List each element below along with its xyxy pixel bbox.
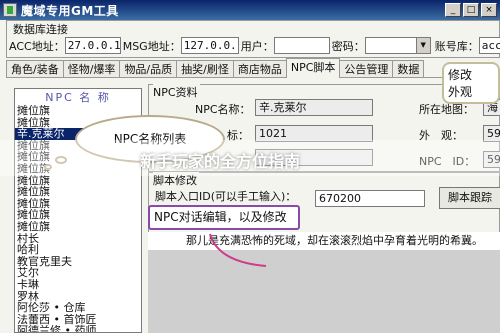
minimize-icon[interactable]: _ <box>445 3 461 17</box>
look-label: 外 观： <box>419 129 463 142</box>
list-item[interactable]: 法蕾西 • 首饰匠 <box>15 314 141 326</box>
password-input[interactable] <box>364 37 417 54</box>
watermark-text: 新手玩家的全方位指南 <box>140 152 301 171</box>
maximize-icon[interactable]: □ <box>463 3 479 17</box>
list-item[interactable]: 村长 <box>15 233 141 245</box>
window-title: 魔域专用GM工具 <box>21 3 119 18</box>
script-text-editor[interactable]: 那儿是充满恐怖的死域，却在滚滚烈焰中孕育着光明的希冀。 <box>148 232 500 250</box>
acc-label: ACC地址： <box>9 39 65 53</box>
npc-data-legend: NPC资料 <box>153 84 200 100</box>
list-item[interactable]: 摊位旗 <box>15 209 141 221</box>
tab-shop-items[interactable]: 商店物品 <box>232 60 287 78</box>
callout-line-2: 外观 <box>448 85 473 99</box>
list-item[interactable]: 阿德兰修 • 药师 <box>15 325 141 332</box>
look-input[interactable]: 59 <box>483 125 500 142</box>
list-item[interactable]: 阿伦莎 • 仓库 <box>15 302 141 314</box>
script-editor-area[interactable] <box>148 250 500 333</box>
window-controls: _ □ × <box>445 3 497 17</box>
list-item[interactable]: 摊位旗 <box>15 175 141 187</box>
password-label: 密码： <box>331 39 365 53</box>
list-item[interactable]: 教官克里夫 <box>15 256 141 268</box>
db-connection-group: 数据库连接 ACC地址： 27.0.0.1 MSG地址： 127.0.0.1 用… <box>6 20 500 58</box>
list-item[interactable]: 摊位旗 <box>15 221 141 233</box>
list-item[interactable]: 哈利 <box>15 244 141 256</box>
tab-item-quality[interactable]: 物品/品质 <box>119 60 178 78</box>
npc-id-label: NPC ID： <box>419 155 476 168</box>
modify-look-callout: 修改 外观 <box>442 62 500 104</box>
callout-line-1: 修改 <box>448 68 473 82</box>
npc-id-input[interactable]: 59 <box>483 151 500 168</box>
close-icon[interactable]: × <box>481 3 497 17</box>
npc-dialog-callout: NPC对话编辑，以及修改 <box>148 205 300 230</box>
acc-address-input[interactable]: 27.0.0.1 <box>64 37 121 54</box>
chevron-down-icon[interactable]: ▼ <box>416 37 431 54</box>
npc-name-label: NPC名称： <box>195 103 251 116</box>
script-entry-input[interactable]: 670200 <box>315 190 425 207</box>
tab-data[interactable]: 数据 <box>392 60 425 78</box>
msg-address-input[interactable]: 127.0.0.1 <box>180 37 239 54</box>
list-item[interactable]: 摊位旗 <box>15 198 141 210</box>
app-icon <box>3 3 17 17</box>
account-db-label: 账号库： <box>434 39 479 53</box>
tab-role-equip[interactable]: 角色/装备 <box>6 60 64 78</box>
user-input[interactable] <box>273 37 330 54</box>
tab-monster-drop[interactable]: 怪物/爆率 <box>62 60 121 78</box>
script-track-button[interactable]: 脚本跟踪 <box>439 187 500 209</box>
mark-input[interactable]: 1021 <box>255 125 373 142</box>
list-item[interactable]: 摊位旗 <box>15 105 141 117</box>
db-row: ACC地址： 27.0.0.1 MSG地址： 127.0.0.1 用户： 密码：… <box>9 37 500 54</box>
tab-npc-script[interactable]: NPC脚本 <box>285 58 341 78</box>
npc-name-input[interactable]: 辛.克莱尔 <box>255 99 373 116</box>
user-label: 用户： <box>240 39 274 53</box>
tab-announcement[interactable]: 公告管理 <box>339 60 394 78</box>
script-legend: 脚本修改 <box>153 172 199 188</box>
script-entry-label: 脚本入口ID(可以手工输入)： <box>155 190 297 203</box>
callout-tail-bubble-small <box>44 164 52 170</box>
tab-strip: 角色/装备 怪物/爆率 物品/品质 抽奖/刷怪 商店物品 NPC脚本 公告管理 … <box>6 58 500 78</box>
list-item[interactable]: 摊位旗 <box>15 163 141 175</box>
callout-tail-bubble <box>55 156 67 164</box>
npc-list-header: NPC 名 称 <box>45 91 111 104</box>
db-legend: 数据库连接 <box>13 21 68 37</box>
list-item[interactable]: 罗林 <box>15 291 141 303</box>
list-item[interactable]: 摊位旗 <box>15 186 141 198</box>
password-field[interactable]: ▼ <box>364 37 431 54</box>
list-item[interactable]: 艾尔 <box>15 267 141 279</box>
title-bar: 魔域专用GM工具 _ □ × <box>0 0 500 20</box>
annotation-curve <box>209 233 267 267</box>
account-db-input[interactable]: accou <box>478 37 500 54</box>
tab-lottery-spawn[interactable]: 抽奖/刷怪 <box>176 60 234 78</box>
mark-label: 标： <box>227 129 249 142</box>
msg-label: MSG地址： <box>122 39 181 53</box>
list-item[interactable]: 卡琳 <box>15 279 141 291</box>
